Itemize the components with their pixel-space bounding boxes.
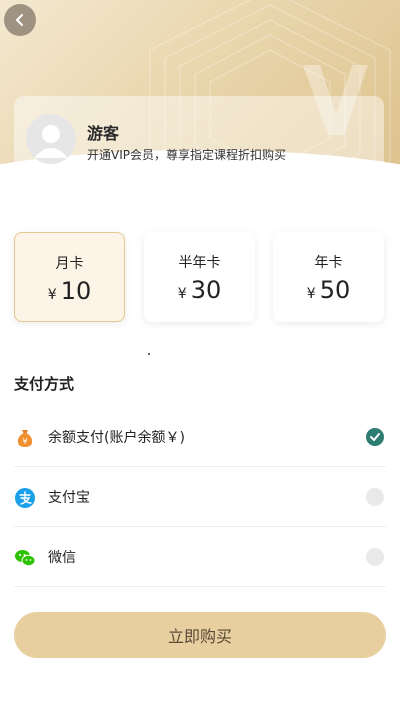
chevron-left-icon	[16, 14, 23, 26]
plan-price: ¥10	[15, 277, 124, 305]
plan-card-monthly[interactable]: 月卡 ¥10	[14, 232, 125, 322]
plan-name: 月卡	[55, 256, 84, 272]
plan-name: 半年卡	[178, 255, 221, 271]
payment-method-wechat[interactable]: 微信	[14, 527, 386, 587]
checkmark-icon	[370, 433, 380, 441]
payment-method-label: 微信	[48, 550, 76, 566]
currency-symbol: ¥	[47, 287, 57, 303]
svg-text:¥: ¥	[22, 437, 27, 446]
payment-section-title: 支付方式	[14, 375, 75, 393]
wechat-icon	[15, 550, 36, 567]
currency-symbol: ¥	[306, 286, 316, 302]
plan-card-yearly[interactable]: 年卡 ¥50	[273, 232, 384, 322]
plan-name: 年卡	[314, 255, 343, 271]
payment-radio-unchecked[interactable]	[366, 488, 384, 506]
profile-card: 游客 开通VIP会员，尊享指定课程折扣购买	[14, 96, 384, 180]
plan-price: ¥50	[273, 276, 384, 304]
vip-hero-banner: 游客 开通VIP会员，尊享指定课程折扣购买	[0, 0, 400, 200]
plan-price: ¥30	[144, 276, 255, 304]
back-button[interactable]	[4, 4, 36, 36]
buy-now-button[interactable]: 立即购买	[14, 612, 386, 658]
payment-radio-unchecked[interactable]	[366, 548, 384, 566]
payment-method-alipay[interactable]: 支付宝	[14, 467, 386, 527]
user-name: 游客	[87, 124, 120, 143]
currency-symbol: ¥	[177, 286, 187, 302]
stray-dot	[148, 353, 150, 355]
wallet-bag-icon: ¥	[17, 430, 33, 447]
vip-promo-text: 开通VIP会员，尊享指定课程折扣购买	[87, 148, 286, 162]
payment-radio-checked[interactable]	[366, 428, 384, 446]
alipay-icon	[15, 488, 35, 508]
payment-method-balance[interactable]: ¥ 余额支付(账户余额￥)	[14, 407, 386, 467]
price-value: 10	[60, 277, 92, 305]
price-value: 30	[190, 276, 222, 304]
payment-method-label: 余额支付(账户余额￥)	[48, 430, 185, 446]
user-avatar-icon	[26, 114, 76, 164]
plan-card-half-year[interactable]: 半年卡 ¥30	[144, 232, 255, 322]
plan-options: 月卡 ¥10 半年卡 ¥30 年卡 ¥50	[14, 232, 386, 324]
price-value: 50	[319, 276, 351, 304]
payment-method-label: 支付宝	[48, 490, 90, 506]
